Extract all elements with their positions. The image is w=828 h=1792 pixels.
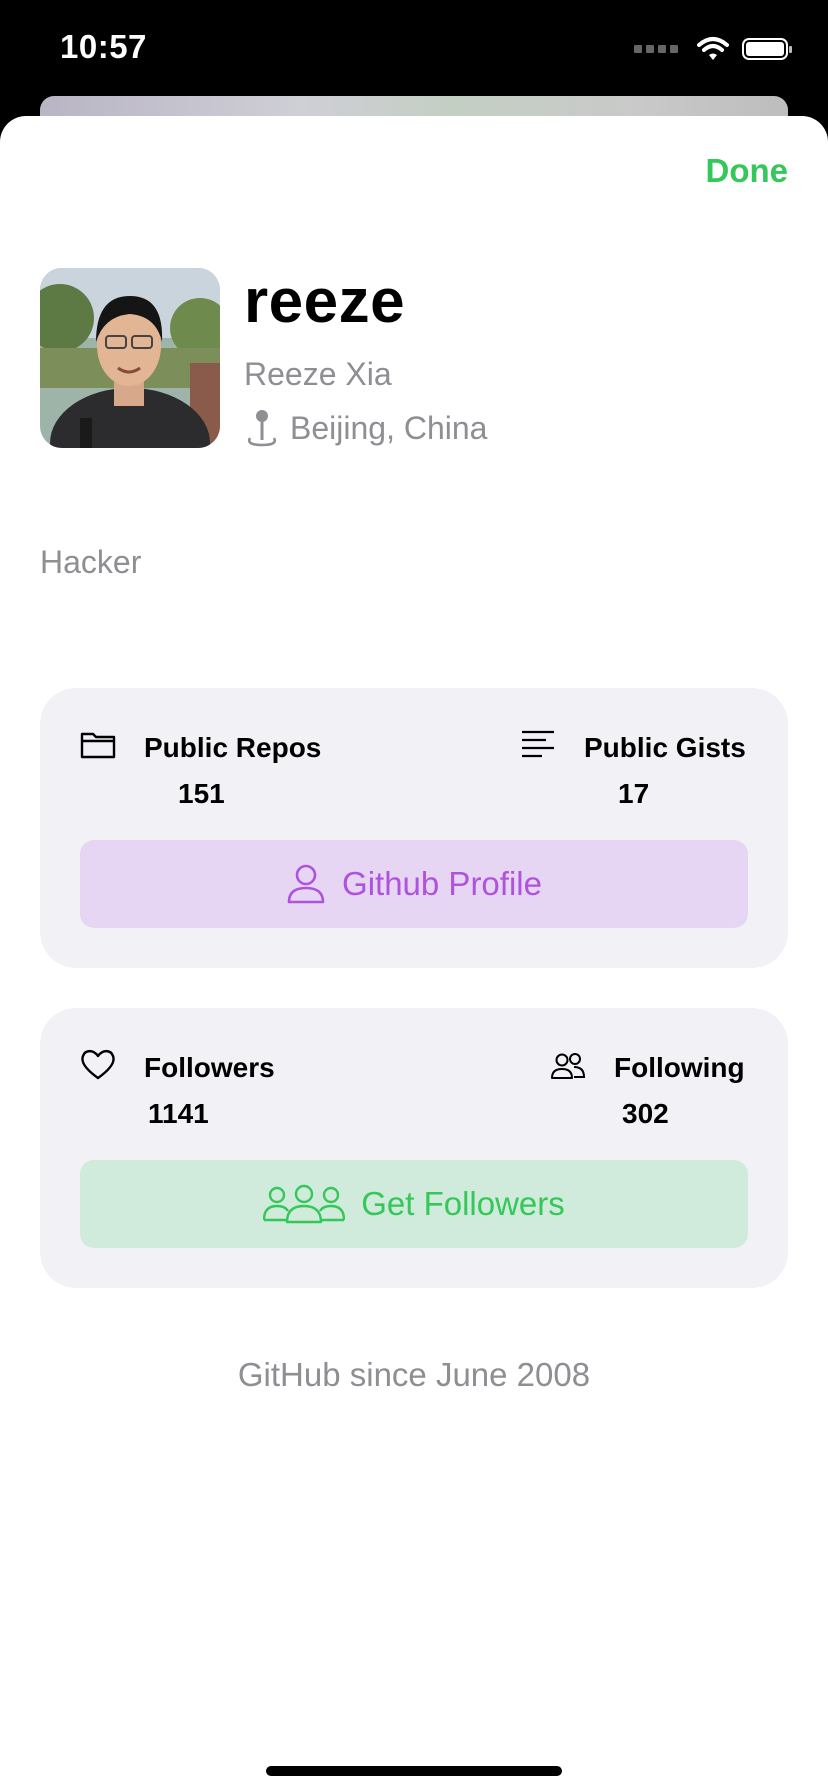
followers-label: Followers [144, 1052, 275, 1083]
public-repos-value: 151 [178, 778, 225, 809]
person-icon [287, 864, 325, 904]
github-profile-button[interactable]: Github Profile [80, 840, 748, 928]
done-button[interactable]: Done [706, 152, 789, 190]
github-profile-label: Github Profile [342, 865, 542, 902]
following-value: 302 [622, 1098, 669, 1129]
battery-icon [742, 38, 792, 60]
full-name: Reeze Xia [244, 356, 392, 392]
status-time: 10:57 [60, 28, 147, 65]
status-icons [634, 36, 792, 62]
signal-icon [634, 45, 678, 53]
status-bar: 10:57 [0, 0, 828, 100]
get-followers-label: Get Followers [361, 1185, 565, 1222]
public-repos-label: Public Repos [144, 732, 322, 763]
github-since-text: GitHub since June 2008 [237, 1356, 591, 1393]
pin-icon [248, 410, 276, 447]
person-3-icon [263, 1184, 346, 1224]
following-label: Following [614, 1052, 745, 1083]
home-indicator[interactable] [266, 1766, 562, 1776]
wifi-icon [697, 37, 729, 60]
get-followers-button[interactable]: Get Followers [80, 1160, 748, 1248]
username-title: reeze [244, 267, 406, 336]
repo-info-card: Public Repos 151 Public Gists 17 Github … [40, 688, 788, 968]
heart-icon [81, 1049, 115, 1080]
location: Beijing, China [244, 408, 487, 448]
bio-text: Hacker [40, 544, 142, 580]
person-2-icon [551, 1053, 586, 1079]
folder-icon [80, 732, 116, 759]
text-align-left-icon [522, 730, 554, 758]
public-gists-value: 17 [618, 778, 650, 809]
avatar [40, 268, 220, 448]
location-text: Beijing, China [290, 409, 488, 446]
followers-value: 1141 [148, 1098, 209, 1129]
public-gists-label: Public Gists [584, 732, 746, 763]
follow-info-card: Followers 1141 Following 302 Get Followe… [40, 1008, 788, 1288]
user-info-sheet: Done reeze Reeze Xia Beijing, China Hack… [0, 116, 828, 1792]
